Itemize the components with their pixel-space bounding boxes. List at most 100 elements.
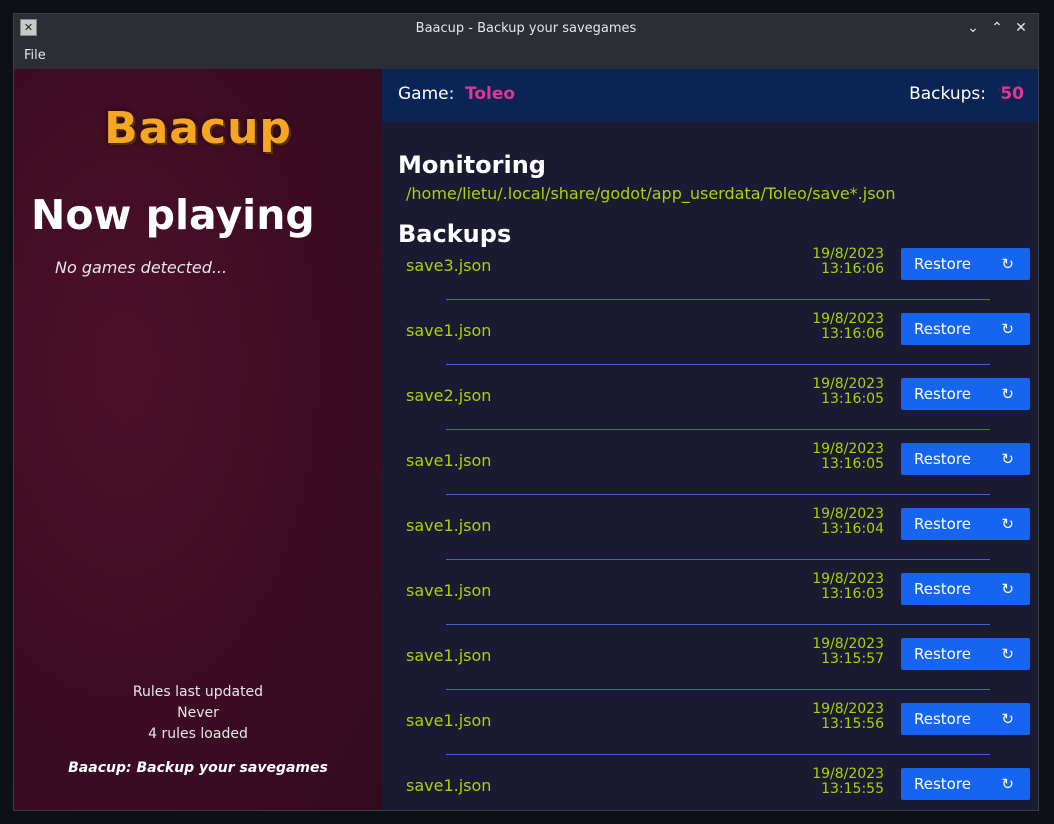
row-divider <box>446 559 990 560</box>
title-bar[interactable]: ✕ Baacup - Backup your savegames ⌄ ⌃ ✕ <box>14 14 1038 43</box>
backup-date: 19/8/2023 <box>812 571 884 587</box>
restore-button[interactable]: Restore ↻ <box>901 508 1030 540</box>
restore-button[interactable]: Restore ↻ <box>901 313 1030 345</box>
backup-time: 13:16:06 <box>821 326 884 342</box>
backup-row: save1.json 19/8/2023 13:15:57 Restore ↻ <box>382 637 1038 707</box>
backup-row: save1.json 19/8/2023 13:16:04 Restore ↻ <box>382 507 1038 577</box>
refresh-icon: ↻ <box>1001 450 1014 468</box>
backup-time: 13:15:55 <box>821 781 884 797</box>
row-divider <box>446 429 990 430</box>
backup-row: save1.json 19/8/2023 13:15:55 Restore ↻ <box>382 767 1038 810</box>
backup-time: 13:15:57 <box>821 651 884 667</box>
row-divider <box>446 624 990 625</box>
refresh-icon: ↻ <box>1001 645 1014 663</box>
tagline: Baacup: Backup your savegames <box>68 760 328 776</box>
monitoring-heading: Monitoring <box>398 151 546 179</box>
monitoring-path: /home/lietu/.local/share/godot/app_userd… <box>406 184 896 203</box>
backup-filename: save1.json <box>406 451 492 470</box>
backup-date: 19/8/2023 <box>812 376 884 392</box>
row-divider <box>446 494 990 495</box>
rules-count: 4 rules loaded <box>148 726 248 742</box>
right-panel: Game: Toleo Backups: 50 Monitoring /home… <box>382 69 1038 810</box>
backup-date: 19/8/2023 <box>812 246 884 262</box>
restore-label: Restore <box>914 450 971 468</box>
backup-date: 19/8/2023 <box>812 636 884 652</box>
backup-time: 13:16:03 <box>821 586 884 602</box>
backup-date: 19/8/2023 <box>812 441 884 457</box>
menu-file[interactable]: File <box>24 43 46 69</box>
restore-button[interactable]: Restore ↻ <box>901 378 1030 410</box>
backup-row: save2.json 19/8/2023 13:16:05 Restore ↻ <box>382 377 1038 447</box>
no-games-text: No games detected... <box>55 258 228 277</box>
close-icon[interactable]: ✕ <box>1011 18 1031 38</box>
backup-time: 13:15:56 <box>821 716 884 732</box>
backup-list: save3.json 19/8/2023 13:16:06 Restore ↻ sa… <box>382 247 1038 810</box>
backup-timestamp: 19/8/2023 13:16:06 <box>812 247 884 277</box>
restore-button[interactable]: Restore ↻ <box>901 248 1030 280</box>
game-name: Toleo <box>465 84 516 104</box>
backup-date: 19/8/2023 <box>812 766 884 782</box>
rules-updated-value: Never <box>177 705 219 721</box>
backups-heading: Backups <box>398 220 512 248</box>
rules-info: Rules last updated Never 4 rules loaded <box>14 682 382 745</box>
refresh-icon: ↻ <box>1001 385 1014 403</box>
backup-row: save1.json 19/8/2023 13:16:03 Restore ↻ <box>382 572 1038 642</box>
refresh-icon: ↻ <box>1001 580 1014 598</box>
now-playing-heading: Now playing <box>31 191 315 239</box>
backup-filename: save1.json <box>406 581 492 600</box>
restore-button[interactable]: Restore ↻ <box>901 573 1030 605</box>
backup-time: 13:16:05 <box>821 391 884 407</box>
backup-timestamp: 19/8/2023 13:16:04 <box>812 507 884 537</box>
backup-row: save1.json 19/8/2023 13:16:06 Restore ↻ <box>382 312 1038 382</box>
window-title: Baacup - Backup your savegames <box>415 21 637 36</box>
backup-row: save1.json 19/8/2023 13:15:56 Restore ↻ <box>382 702 1038 772</box>
restore-button[interactable]: Restore ↻ <box>901 443 1030 475</box>
backup-date: 19/8/2023 <box>812 701 884 717</box>
restore-button[interactable]: Restore ↻ <box>901 638 1030 670</box>
backup-timestamp: 19/8/2023 13:15:57 <box>812 637 884 667</box>
backup-filename: save1.json <box>406 646 492 665</box>
backups-count: 50 <box>1000 84 1024 104</box>
backup-timestamp: 19/8/2023 13:16:05 <box>812 377 884 407</box>
backup-timestamp: 19/8/2023 13:16:03 <box>812 572 884 602</box>
refresh-icon: ↻ <box>1001 775 1014 793</box>
backup-timestamp: 19/8/2023 13:15:55 <box>812 767 884 797</box>
refresh-icon: ↻ <box>1001 320 1014 338</box>
game-header: Game: Toleo Backups: 50 <box>382 69 1038 121</box>
left-panel: Baacup Now playing No games detected... … <box>14 69 382 810</box>
restore-label: Restore <box>914 320 971 338</box>
backup-row: save1.json 19/8/2023 13:16:05 Restore ↻ <box>382 442 1038 512</box>
row-divider <box>446 299 990 300</box>
backup-time: 13:16:05 <box>821 456 884 472</box>
backup-row: save3.json 19/8/2023 13:16:06 Restore ↻ <box>382 247 1038 317</box>
refresh-icon: ↻ <box>1001 515 1014 533</box>
backup-filename: save3.json <box>406 256 492 275</box>
menu-bar: File <box>14 43 1038 69</box>
restore-label: Restore <box>914 385 971 403</box>
game-label: Game: <box>398 84 455 104</box>
backup-timestamp: 19/8/2023 13:15:56 <box>812 702 884 732</box>
refresh-icon: ↻ <box>1001 710 1014 728</box>
backup-time: 13:16:04 <box>821 521 884 537</box>
row-divider <box>446 754 990 755</box>
backup-date: 19/8/2023 <box>812 506 884 522</box>
backup-filename: save2.json <box>406 386 492 405</box>
minimize-icon[interactable]: ⌄ <box>963 18 983 38</box>
backup-timestamp: 19/8/2023 13:16:05 <box>812 442 884 472</box>
restore-button[interactable]: Restore ↻ <box>901 768 1030 800</box>
restore-label: Restore <box>914 775 971 793</box>
restore-label: Restore <box>914 255 971 273</box>
restore-button[interactable]: Restore ↻ <box>901 703 1030 735</box>
backup-filename: save1.json <box>406 516 492 535</box>
backup-filename: save1.json <box>406 711 492 730</box>
row-divider <box>446 364 990 365</box>
restore-label: Restore <box>914 515 971 533</box>
backup-timestamp: 19/8/2023 13:16:06 <box>812 312 884 342</box>
restore-label: Restore <box>914 645 971 663</box>
app-logo: Baacup <box>104 103 292 154</box>
backup-filename: save1.json <box>406 776 492 795</box>
backup-filename: save1.json <box>406 321 492 340</box>
maximize-icon[interactable]: ⌃ <box>987 18 1007 38</box>
restore-label: Restore <box>914 580 971 598</box>
rules-label: Rules last updated <box>132 684 264 700</box>
